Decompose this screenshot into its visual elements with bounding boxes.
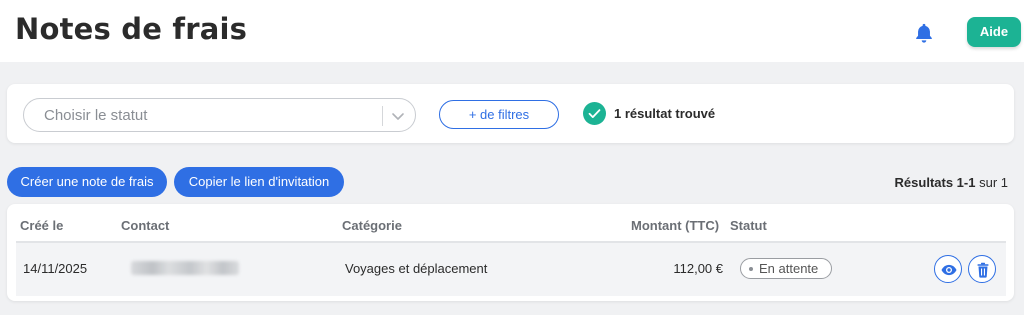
more-filters-button[interactable]: + de filtres	[439, 100, 559, 129]
status-select-placeholder: Choisir le statut	[44, 107, 148, 124]
top-bar: Notes de frais Aide	[0, 0, 1024, 62]
copy-invitation-link-button[interactable]: Copier le lien d'invitation	[174, 167, 344, 197]
status-dot	[749, 267, 753, 271]
delete-button[interactable]	[968, 255, 996, 283]
status-label: En attente	[759, 261, 819, 276]
pagination-total: sur 1	[979, 175, 1008, 190]
status-badge: En attente	[740, 258, 832, 279]
cell-category: Voyages et déplacement	[345, 261, 488, 276]
trash-icon	[977, 262, 989, 278]
expenses-table: Créé le Contact Catégorie Montant (TTC) …	[7, 204, 1014, 301]
page-title: Notes de frais	[15, 12, 248, 46]
column-header-category[interactable]: Catégorie	[342, 218, 402, 233]
chevron-down-icon[interactable]	[390, 108, 406, 124]
check-icon	[583, 102, 606, 125]
view-button[interactable]	[934, 255, 962, 283]
pagination-info: Résultats 1-1 sur 1	[895, 175, 1008, 190]
pagination-range: Résultats 1-1	[894, 175, 976, 190]
eye-icon	[941, 264, 957, 276]
column-header-status[interactable]: Statut	[730, 218, 767, 233]
column-header-contact[interactable]: Contact	[121, 218, 169, 233]
bell-icon[interactable]	[913, 22, 935, 44]
select-separator	[382, 106, 383, 126]
result-count: 1 résultat trouvé	[614, 106, 716, 121]
create-expense-button[interactable]: Créer une note de frais	[7, 167, 167, 197]
cell-created: 14/11/2025	[23, 261, 88, 276]
column-header-created[interactable]: Créé le	[20, 218, 63, 233]
filter-panel: Choisir le statut + de filtres 1 résulta…	[7, 84, 1014, 143]
table-row[interactable]: 14/11/2025 Voyages et déplacement 112,00…	[16, 243, 1006, 296]
cell-contact-redacted	[131, 261, 239, 275]
help-button[interactable]: Aide	[967, 17, 1021, 47]
status-select[interactable]: Choisir le statut	[23, 98, 416, 132]
column-header-amount[interactable]: Montant (TTC)	[631, 218, 719, 233]
cell-amount: 112,00 €	[673, 261, 723, 276]
